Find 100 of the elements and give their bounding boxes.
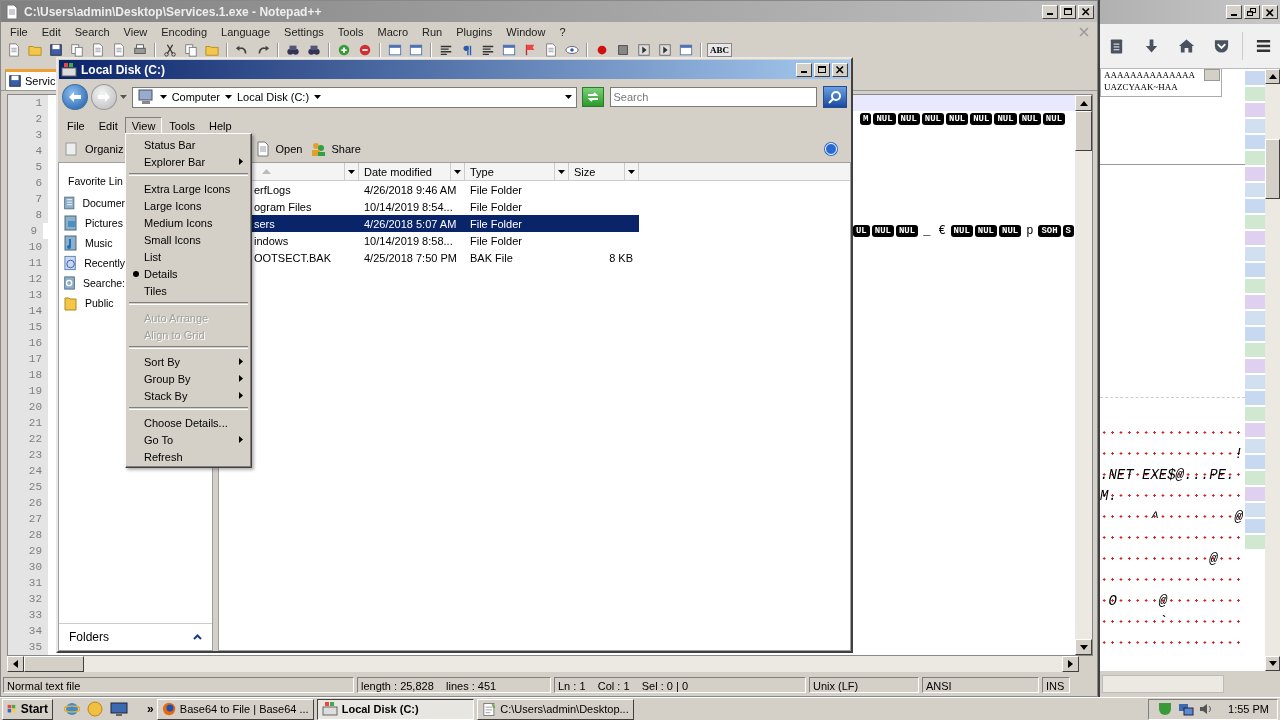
menu-item[interactable]: Search [67, 24, 117, 40]
scrollbar-thumb[interactable] [24, 656, 84, 672]
close-button[interactable] [1078, 4, 1094, 19]
toolbar-button[interactable]: Organiz [62, 139, 124, 159]
menu-item[interactable]: Small Icons [128, 231, 249, 248]
caret-icon[interactable] [224, 95, 232, 99]
menu-item[interactable]: Large Icons [128, 197, 249, 214]
menu-item[interactable]: Details [128, 265, 249, 282]
close-button[interactable] [832, 62, 848, 77]
scroll-arrow-button[interactable] [1075, 639, 1092, 655]
scroll-arrow-button[interactable] [1265, 656, 1280, 671]
menu-icon[interactable] [1255, 37, 1272, 55]
scrollbar[interactable] [1265, 69, 1280, 671]
scroll-arrow-button[interactable] [1062, 656, 1079, 672]
menu-item[interactable]: Language [214, 24, 278, 40]
search-button[interactable] [823, 86, 847, 108]
address-bar[interactable]: Computer Local Disk (C:) [131, 86, 577, 108]
search-field[interactable]: Search [609, 87, 818, 107]
scrollbar-thumb[interactable] [1075, 111, 1092, 151]
menu-item[interactable]: File [60, 117, 92, 135]
favorite-link[interactable]: Searche: [59, 273, 125, 293]
menu-item[interactable]: Tools [330, 24, 371, 40]
breadcrumb-item[interactable]: Local Disk (C:) [236, 91, 310, 103]
caret-icon[interactable] [564, 95, 572, 99]
text-box[interactable]: AAAAAAAAAAAAAA UAZCYAAK~HAA [1100, 69, 1222, 97]
scrollbar[interactable] [7, 656, 1079, 672]
menu-item[interactable]: Window [499, 24, 553, 40]
favorite-link[interactable]: Documer [59, 193, 125, 213]
file-name: ogram Files [253, 200, 313, 213]
favorite-link[interactable]: Pictures [59, 213, 125, 233]
menu-item[interactable]: Extra Large Icons [128, 180, 249, 197]
back-button[interactable] [62, 84, 88, 110]
search-icon [828, 90, 843, 104]
home-icon[interactable] [1178, 37, 1196, 55]
toolbar-button[interactable]: Share [308, 139, 361, 159]
maximize-button[interactable] [1060, 4, 1076, 19]
favorite-link[interactable]: Recently [59, 253, 125, 273]
column-header[interactable]: Type [465, 163, 569, 180]
menu-item[interactable]: Encoding [154, 24, 215, 40]
monitor-icon[interactable] [110, 701, 128, 717]
speaker-icon[interactable] [1199, 702, 1214, 716]
scrollbar[interactable] [1075, 95, 1092, 655]
menu-item[interactable]: Plugins [449, 24, 500, 40]
menu-item[interactable]: Sort By [128, 353, 249, 370]
network-icon[interactable] [1178, 701, 1195, 717]
favorite-link[interactable]: Public [59, 293, 125, 313]
scroll-arrow-button[interactable] [7, 656, 24, 672]
menu-item[interactable]: Go To [128, 431, 249, 448]
menu-item[interactable]: Choose Details... [128, 414, 249, 431]
toolbar-button[interactable]: Open [252, 139, 303, 159]
menu-item[interactable]: ? [552, 24, 573, 40]
folders-bar[interactable]: Folders [59, 623, 212, 650]
scroll-arrow-button[interactable] [1265, 69, 1280, 84]
column-header[interactable]: Date modified [359, 163, 465, 180]
menu-item[interactable]: Run [415, 24, 450, 40]
menu-item[interactable]: List [128, 248, 249, 265]
taskbar-button[interactable]: C:\Users\admin\Desktop... [476, 698, 634, 720]
menu-item[interactable]: Explorer Bar [128, 153, 249, 170]
minimize-button[interactable] [796, 62, 812, 77]
taskbar-button[interactable]: Local Disk (C:) [316, 698, 474, 720]
forward-button[interactable] [90, 84, 117, 110]
breadcrumb-item[interactable]: Computer [171, 91, 220, 103]
menu-item[interactable]: File [3, 24, 35, 40]
menu-item[interactable]: Macro [370, 24, 416, 40]
caret-icon[interactable] [159, 95, 167, 99]
minimize-button[interactable] [1042, 4, 1058, 19]
caret-icon[interactable] [314, 95, 322, 99]
menu-item[interactable]: Refresh [128, 448, 249, 465]
spell-check-button[interactable]: ABC [707, 43, 732, 57]
file-name: indows [253, 234, 290, 247]
line-number: 3 [8, 127, 48, 143]
favorite-link[interactable]: Music [59, 233, 125, 253]
maximize-button[interactable] [814, 62, 830, 77]
taskbar-button[interactable]: Base64 to File | Base64 ... [156, 698, 314, 720]
menu-item[interactable]: Tools [162, 117, 203, 135]
menu-item[interactable]: Settings [277, 24, 331, 40]
menu-item[interactable]: Help [202, 117, 239, 135]
chevron-shield-icon[interactable] [1213, 37, 1231, 55]
menu-item[interactable]: Stack By [128, 387, 249, 404]
close-button[interactable] [1262, 5, 1278, 19]
more-button[interactable]: » [147, 702, 154, 716]
window-icon [409, 43, 423, 57]
scrollbar[interactable] [1102, 675, 1224, 693]
help-icon[interactable] [823, 141, 839, 157]
menu-item[interactable]: Status Bar [128, 136, 249, 153]
menu-item[interactable]: Tiles [128, 282, 249, 299]
start-button[interactable]: Start [2, 698, 53, 720]
minimize-button[interactable] [1226, 5, 1242, 19]
scrollbar-thumb[interactable] [1265, 139, 1280, 199]
column-header[interactable]: Size [569, 163, 639, 180]
menu-item[interactable]: Edit [91, 117, 125, 135]
file-tab[interactable]: Servic [5, 69, 57, 90]
restore-button[interactable] [1244, 5, 1260, 19]
refresh-button[interactable] [581, 87, 604, 107]
menu-item[interactable]: Group By [128, 370, 249, 387]
menu-item[interactable]: View [116, 24, 155, 40]
line-number: 11 [8, 255, 48, 271]
scroll-arrow-button[interactable] [1075, 95, 1092, 111]
clipboard-icon[interactable] [1108, 37, 1125, 55]
menu-item[interactable]: Edit [34, 24, 68, 40]
